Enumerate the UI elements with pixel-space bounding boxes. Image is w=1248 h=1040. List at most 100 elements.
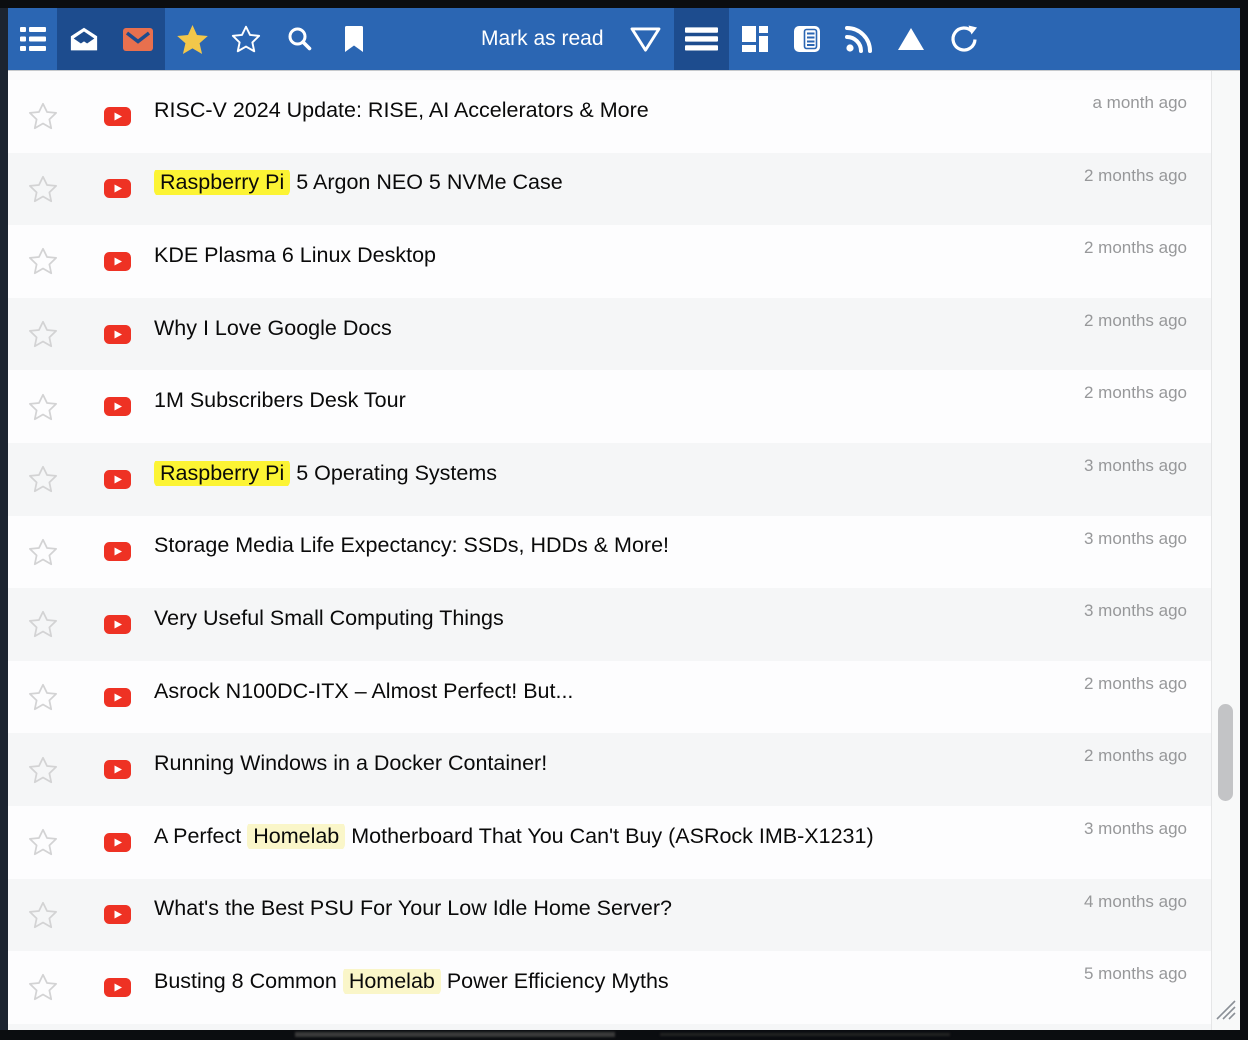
youtube-favicon [104, 833, 131, 852]
bookmark-icon [343, 26, 365, 53]
star-toggle[interactable] [28, 756, 58, 784]
article-title: KDE Plasma 6 Linux Desktop [154, 243, 436, 268]
toolbar-active-segment-2 [674, 8, 729, 70]
refresh-button[interactable] [937, 8, 989, 70]
star-toggle[interactable] [28, 610, 58, 638]
article-list: RISC-V 2024 Update: RISE, AI Accelerator… [8, 71, 1240, 1030]
search-highlight: Homelab [247, 824, 345, 849]
list-item[interactable]: Why I Love Google Docs 2 months ago [8, 298, 1240, 371]
title-text: Asrock N100DC-ITX – Almost Perfect! But.… [154, 679, 573, 703]
youtube-favicon [104, 978, 131, 997]
article-pane-button[interactable] [781, 8, 833, 70]
star-toggle[interactable] [28, 175, 58, 203]
youtube-play-icon [104, 252, 131, 271]
star-toggle[interactable] [28, 320, 58, 348]
mark-unread-envelope-button[interactable] [111, 8, 165, 70]
star-toggle[interactable] [28, 683, 58, 711]
list-item[interactable]: Storage Media Life Expectancy: SSDs, HDD… [8, 516, 1240, 589]
youtube-play-icon [104, 760, 131, 779]
list-item[interactable]: Running Windows in a Docker Container! 2… [8, 733, 1240, 806]
list-item[interactable]: RISC-V 2024 Update: RISE, AI Accelerator… [8, 80, 1240, 153]
title-text: 1M Subscribers Desk Tour [154, 388, 406, 412]
star-toggle[interactable] [28, 393, 58, 421]
search-highlight-current: Raspberry Pi [154, 461, 290, 486]
youtube-favicon [104, 542, 131, 561]
article-title: Raspberry Pi 5 Argon NEO 5 NVMe Case [154, 170, 563, 195]
star-toggle[interactable] [28, 465, 58, 493]
list-item[interactable]: Asrock N100DC-ITX – Almost Perfect! But.… [8, 661, 1240, 734]
list-item[interactable]: A Perfect Homelab Motherboard That You C… [8, 806, 1240, 879]
list-item[interactable]: Raspberry Pi 5 Operating Systems 3 month… [8, 443, 1240, 516]
list-item[interactable]: Busting 8 Common Homelab Power Efficienc… [8, 951, 1240, 1024]
title-text: Running Windows in a Docker Container! [154, 751, 547, 775]
article-timestamp: 2 months ago [1072, 166, 1187, 186]
list-item-partial[interactable] [8, 1024, 1240, 1030]
star-outline-icon [28, 102, 58, 130]
sort-button[interactable] [885, 8, 937, 70]
star-outline-icon [28, 247, 58, 275]
menu-button[interactable] [674, 8, 729, 70]
list-item[interactable]: Very Useful Small Computing Things 3 mon… [8, 588, 1240, 661]
article-timestamp: 2 months ago [1072, 746, 1187, 766]
star-toggle[interactable] [28, 828, 58, 856]
mark-read-envelope-button[interactable] [57, 8, 111, 70]
star-outline-icon [28, 393, 58, 421]
title-text: Why I Love Google Docs [154, 316, 392, 340]
resize-grip-icon [1211, 995, 1237, 1021]
bookmark-button[interactable] [327, 8, 381, 70]
star-toggle[interactable] [28, 973, 58, 1001]
list-item[interactable]: KDE Plasma 6 Linux Desktop 2 months ago [8, 225, 1240, 298]
star-toggle[interactable] [28, 247, 58, 275]
starred-filter-button[interactable] [165, 8, 219, 70]
list-item[interactable]: 1M Subscribers Desk Tour 2 months ago [8, 370, 1240, 443]
star-toggle[interactable] [28, 102, 58, 130]
scrollbar-thumb[interactable] [1218, 704, 1233, 801]
unread-list-button[interactable] [8, 8, 57, 70]
star-toggle[interactable] [28, 901, 58, 929]
window-frame-edge [0, 8, 8, 1030]
search-icon [287, 26, 313, 52]
star-outline-icon [28, 610, 58, 638]
filter-button[interactable] [618, 8, 674, 70]
resize-grip[interactable] [1211, 995, 1237, 1026]
article-timestamp: 4 months ago [1072, 892, 1187, 912]
layout-button[interactable] [729, 8, 781, 70]
mark-as-read-label[interactable]: Mark as read [481, 27, 604, 51]
search-button[interactable] [273, 8, 327, 70]
youtube-favicon [104, 905, 131, 924]
youtube-play-icon [104, 833, 131, 852]
scrollbar-track[interactable] [1211, 71, 1240, 1030]
layout-grid-icon [742, 26, 768, 52]
rss-button[interactable] [833, 8, 885, 70]
refresh-icon [949, 25, 977, 53]
article-timestamp: a month ago [1080, 93, 1187, 113]
flag-star-button[interactable] [219, 8, 273, 70]
article-title: Raspberry Pi 5 Operating Systems [154, 461, 497, 486]
article-timestamp: 3 months ago [1072, 456, 1187, 476]
sort-triangle-icon [897, 27, 925, 51]
app-window: Mark as read [8, 8, 1240, 1030]
title-text: KDE Plasma 6 Linux Desktop [154, 243, 436, 267]
youtube-favicon [104, 688, 131, 707]
star-outline-icon [28, 320, 58, 348]
list-item[interactable]: What's the Best PSU For Your Low Idle Ho… [8, 879, 1240, 952]
background-window-remnant [295, 1032, 615, 1037]
star-outline-icon [28, 683, 58, 711]
youtube-favicon [104, 107, 131, 126]
search-highlight-current: Raspberry Pi [154, 170, 290, 195]
article-timestamp: 2 months ago [1072, 311, 1187, 331]
article-timestamp: 3 months ago [1072, 819, 1187, 839]
article-title: Asrock N100DC-ITX – Almost Perfect! But.… [154, 679, 573, 704]
star-outline-icon [28, 538, 58, 566]
star-toggle[interactable] [28, 538, 58, 566]
article-timestamp: 2 months ago [1072, 383, 1187, 403]
youtube-play-icon [104, 542, 131, 561]
article-title: Busting 8 Common Homelab Power Efficienc… [154, 969, 669, 994]
title-text: What's the Best PSU For Your Low Idle Ho… [154, 896, 672, 920]
article-title: Running Windows in a Docker Container! [154, 751, 547, 776]
article-title: Why I Love Google Docs [154, 316, 392, 341]
list-item[interactable]: Raspberry Pi 5 Argon NEO 5 NVMe Case 2 m… [8, 153, 1240, 226]
title-text: Busting 8 Common [154, 969, 343, 993]
youtube-play-icon [104, 107, 131, 126]
youtube-play-icon [104, 179, 131, 198]
